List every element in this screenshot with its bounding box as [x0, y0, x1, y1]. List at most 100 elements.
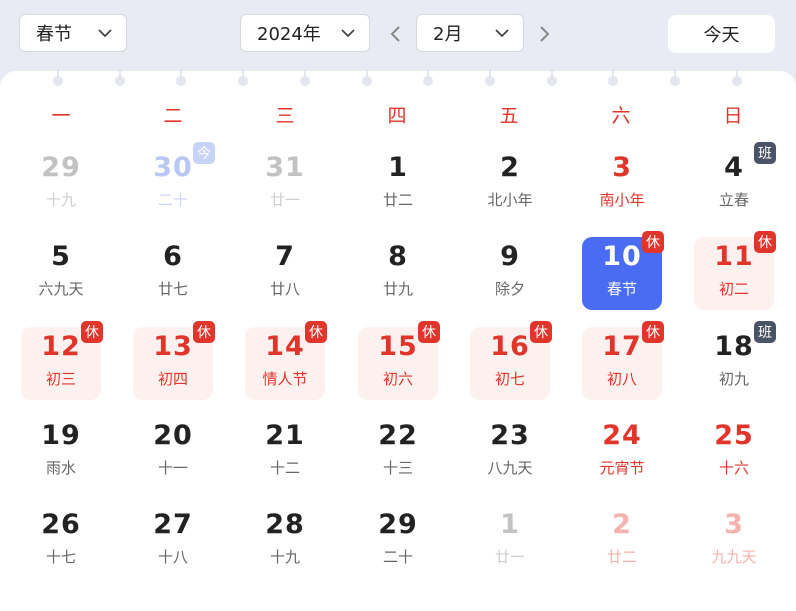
binder-ring-icon — [299, 69, 310, 91]
day-cell[interactable]: 16 初七休 — [470, 321, 552, 400]
day-number: 22 — [378, 420, 418, 451]
weekday-header: 五 — [499, 105, 519, 127]
day-cell[interactable]: 13 初四休 — [133, 321, 215, 400]
lunar-date-label: 廿一 — [269, 191, 300, 209]
day-cell[interactable]: 31 廿一 — [245, 148, 325, 221]
lunar-date-label: 廿九 — [382, 280, 413, 298]
festival-select[interactable]: 春节 — [19, 14, 127, 52]
day-cell[interactable]: 12 初三休 — [21, 321, 103, 400]
day-cell[interactable]: 26 十七 — [21, 505, 101, 578]
binder-ring-icon — [484, 69, 495, 91]
month-select[interactable]: 2月 — [416, 14, 524, 52]
day-cell[interactable]: 27 十八 — [133, 505, 213, 578]
chevron-down-icon — [98, 29, 112, 38]
weekday-header: 二 — [163, 105, 183, 127]
binder-ring-icon — [608, 69, 619, 91]
lunar-date-label: 除夕 — [494, 280, 525, 298]
chevron-down-icon — [495, 29, 509, 38]
day-cell[interactable]: 4 立春班 — [694, 142, 776, 221]
lunar-date-label: 初四 — [157, 370, 188, 388]
day-cell[interactable]: 9 除夕 — [470, 237, 550, 310]
day-number: 6 — [163, 241, 183, 272]
day-cell[interactable]: 23 八九天 — [470, 416, 550, 489]
lunar-date-label: 南小年 — [599, 191, 645, 209]
lunar-date-label: 廿七 — [157, 280, 188, 298]
binder-ring-icon — [238, 69, 249, 91]
rest-day-badge: 休 — [418, 321, 440, 343]
day-number: 2 — [612, 509, 632, 540]
next-month-arrow-icon[interactable] — [533, 22, 555, 46]
day-cell[interactable]: 2 北小年 — [470, 148, 550, 221]
day-cell[interactable]: 17 初八休 — [582, 321, 664, 400]
lunar-date-label: 元宵节 — [599, 459, 645, 477]
day-cell[interactable]: 1 廿二 — [358, 148, 438, 221]
lunar-date-label: 廿一 — [494, 548, 525, 566]
day-number: 23 — [490, 420, 530, 451]
lunar-date-label: 十八 — [157, 548, 188, 566]
day-cell[interactable]: 2 廿二 — [582, 505, 662, 578]
year-select[interactable]: 2024年 — [240, 14, 370, 52]
lunar-date-label: 雨水 — [45, 459, 76, 477]
day-number: 21 — [265, 420, 305, 451]
day-cell[interactable]: 3 九九天 — [694, 505, 774, 578]
lunar-date-label: 六九天 — [38, 280, 84, 298]
today-button[interactable]: 今天 — [668, 15, 775, 53]
day-number: 20 — [153, 420, 193, 451]
day-cell[interactable]: 30 二十今 — [133, 142, 215, 221]
day-number: 1 — [500, 509, 520, 540]
day-cell[interactable]: 10 春节休 — [582, 231, 664, 310]
day-cell[interactable]: 7 廿八 — [245, 237, 325, 310]
month-select-value: 2月 — [433, 24, 463, 45]
day-cell[interactable]: 11 初二休 — [694, 231, 776, 310]
weekday-header: 日 — [723, 105, 743, 127]
lunar-date-label: 廿二 — [606, 548, 637, 566]
calendar-card: 一二三四五六日 29 十九 30 二十今 31 廿一 1 廿二 2 北小年 3 南小年 4 立春班 5 六九天… — [0, 69, 796, 611]
weekday-header: 四 — [387, 105, 407, 127]
day-cell[interactable]: 18 初九班 — [694, 321, 776, 400]
binder-ring-icon — [114, 69, 125, 91]
day-cell[interactable]: 15 初六休 — [358, 321, 440, 400]
lunar-date-label: 情人节 — [262, 370, 308, 388]
day-cell[interactable]: 3 南小年 — [582, 148, 662, 221]
lunar-date-label: 初二 — [718, 280, 749, 298]
day-cell[interactable]: 25 十六 — [694, 416, 774, 489]
day-number: 25 — [714, 420, 754, 451]
lunar-date-label: 初六 — [382, 370, 413, 388]
day-cell[interactable]: 14 情人节休 — [245, 321, 327, 400]
binder-ring-icon — [731, 69, 742, 91]
day-cell[interactable]: 24 元宵节 — [582, 416, 662, 489]
weekday-header: 一 — [51, 105, 71, 127]
lunar-date-label: 二十 — [157, 191, 188, 209]
day-cell[interactable]: 1 廿一 — [470, 505, 550, 578]
workday-badge: 班 — [754, 321, 776, 343]
day-cell[interactable]: 5 六九天 — [21, 237, 101, 310]
lunar-date-label: 初八 — [606, 370, 637, 388]
day-cell[interactable]: 29 二十 — [358, 505, 438, 578]
day-cell[interactable]: 20 十一 — [133, 416, 213, 489]
lunar-date-label: 廿八 — [269, 280, 300, 298]
day-cell[interactable]: 8 廿九 — [358, 237, 438, 310]
binder-ring-icon — [53, 69, 63, 91]
day-cell[interactable]: 22 十三 — [358, 416, 438, 489]
binder-ring-icon — [361, 69, 372, 91]
day-cell[interactable]: 21 十二 — [245, 416, 325, 489]
day-number: 31 — [265, 152, 305, 183]
day-cell[interactable]: 6 廿七 — [133, 237, 213, 310]
lunar-date-label: 十九 — [269, 548, 300, 566]
day-number: 5 — [51, 241, 71, 272]
binder-ring-icon — [176, 69, 187, 91]
binder-ring-icon — [423, 69, 434, 91]
day-cell[interactable]: 19 雨水 — [21, 416, 101, 489]
prev-month-arrow-icon[interactable] — [385, 22, 407, 46]
weekday-header: 六 — [611, 105, 631, 127]
lunar-date-label: 二十 — [382, 548, 413, 566]
day-cell[interactable]: 28 十九 — [245, 505, 325, 578]
day-number: 29 — [41, 152, 81, 183]
binder-ring-icon — [546, 69, 557, 91]
rest-day-badge: 休 — [81, 321, 103, 343]
toolbar: 春节 2024年 2月 今天 — [0, 0, 796, 70]
day-number: 8 — [388, 241, 408, 272]
lunar-date-label: 廿二 — [382, 191, 413, 209]
today-badge: 今 — [193, 142, 215, 164]
day-cell[interactable]: 29 十九 — [21, 148, 101, 221]
